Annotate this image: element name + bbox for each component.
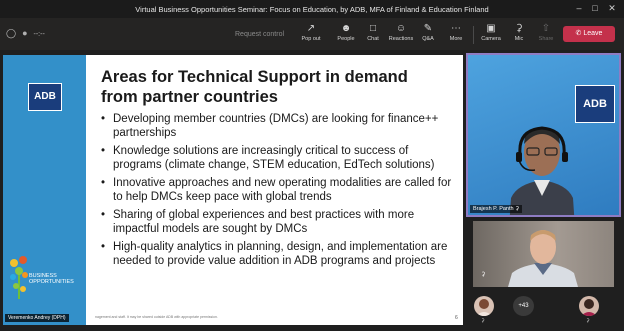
tree-icon	[10, 256, 28, 299]
bullet-item: Innovative approaches and new operating …	[99, 177, 459, 204]
mic-button[interactable]: ⚳ Mic	[504, 23, 534, 42]
chat-icon: □	[369, 23, 377, 34]
phone-icon: ✆	[575, 30, 582, 37]
pop-out-icon: ↗	[306, 23, 316, 34]
participant-avatar	[508, 230, 578, 287]
speaker-name: Brajesh P. Panth ⚳	[470, 205, 523, 213]
more-icon: ⋯	[451, 23, 461, 34]
more-participants-button[interactable]: +43	[513, 296, 534, 316]
camera-icon: ▣	[486, 23, 496, 34]
speaker-avatar	[509, 126, 575, 215]
presenter-name: Veremenko Andrey (DPH)	[5, 314, 69, 322]
minimize-icon[interactable]: –	[574, 3, 584, 13]
bullet-list: Developing member countries (DMCs) are l…	[99, 113, 459, 273]
participant-avatar[interactable]	[474, 296, 494, 316]
reactions-icon: ☺	[395, 23, 407, 34]
mic-muted-icon: ⚳	[586, 318, 590, 324]
leave-button[interactable]: ✆ Leave	[563, 26, 615, 42]
close-icon[interactable]: ✕	[607, 3, 617, 13]
people-icon: ☻	[340, 23, 352, 34]
toolbar-status: ◯ ● --:--	[6, 28, 51, 39]
toolbar-divider	[473, 26, 474, 44]
request-control-button[interactable]: Request control	[235, 31, 284, 38]
window-title: Virtual Business Opportunities Seminar: …	[135, 5, 489, 14]
chat-button[interactable]: □ Chat	[358, 23, 388, 42]
business-opportunities-brand: BUSINESS OPPORTUNITIES	[29, 273, 74, 285]
mic-muted-icon: ⚳	[481, 272, 486, 278]
mic-icon: ⚳	[515, 23, 523, 34]
bullet-item: Knowledge solutions are increasingly cri…	[99, 145, 459, 172]
adb-logo: ADB	[28, 83, 62, 111]
meeting-toolbar: ◯ ● --:-- Request control ↗ Pop out ☻ People…	[0, 18, 624, 50]
speaker-video-tile[interactable]: ADB Brajesh P. Panth ⚳	[466, 53, 621, 217]
slide-sidebar: ADB BUSINESS OPPORTUNITIES	[3, 55, 86, 325]
shared-slide: ADB BUSINESS OPPORTUNITIES Areas for Tec…	[3, 55, 463, 325]
share-icon: ⇧	[541, 23, 551, 34]
shield-icon: ◯	[6, 28, 17, 38]
qa-button[interactable]: ✎ Q&A	[413, 23, 443, 42]
reactions-button[interactable]: ☺ Reactions	[386, 23, 416, 42]
qa-icon: ✎	[423, 23, 433, 34]
slide-page-number: 6	[455, 315, 458, 321]
pop-out-button[interactable]: ↗ Pop out	[296, 23, 326, 42]
slide-title: Areas for Technical Support in demand fr…	[101, 68, 408, 106]
slide-footer: nagement and staff. It may be shared out…	[95, 315, 218, 319]
bullet-item: Sharing of global experiences and best p…	[99, 209, 459, 236]
participant-avatar[interactable]	[579, 296, 599, 316]
bullet-item: Developing member countries (DMCs) are l…	[99, 113, 459, 140]
more-button[interactable]: ⋯ More	[441, 23, 471, 42]
meeting-timer: --:--	[33, 31, 45, 38]
people-button[interactable]: ☻ People	[331, 23, 361, 42]
mic-muted-icon: ⚳	[481, 318, 485, 324]
record-icon: ●	[22, 28, 28, 38]
adb-logo: ADB	[575, 85, 615, 123]
mic-icon: ⚳	[515, 206, 520, 212]
bullet-item: High-quality analytics in planning, desi…	[99, 241, 459, 268]
participant-video-tile[interactable]: ⚳	[473, 221, 614, 287]
title-bar: Virtual Business Opportunities Seminar: …	[0, 0, 624, 18]
share-button[interactable]: ⇧ Share	[531, 23, 561, 42]
maximize-icon[interactable]: □	[590, 3, 600, 13]
camera-button[interactable]: ▣ Camera	[476, 23, 506, 42]
